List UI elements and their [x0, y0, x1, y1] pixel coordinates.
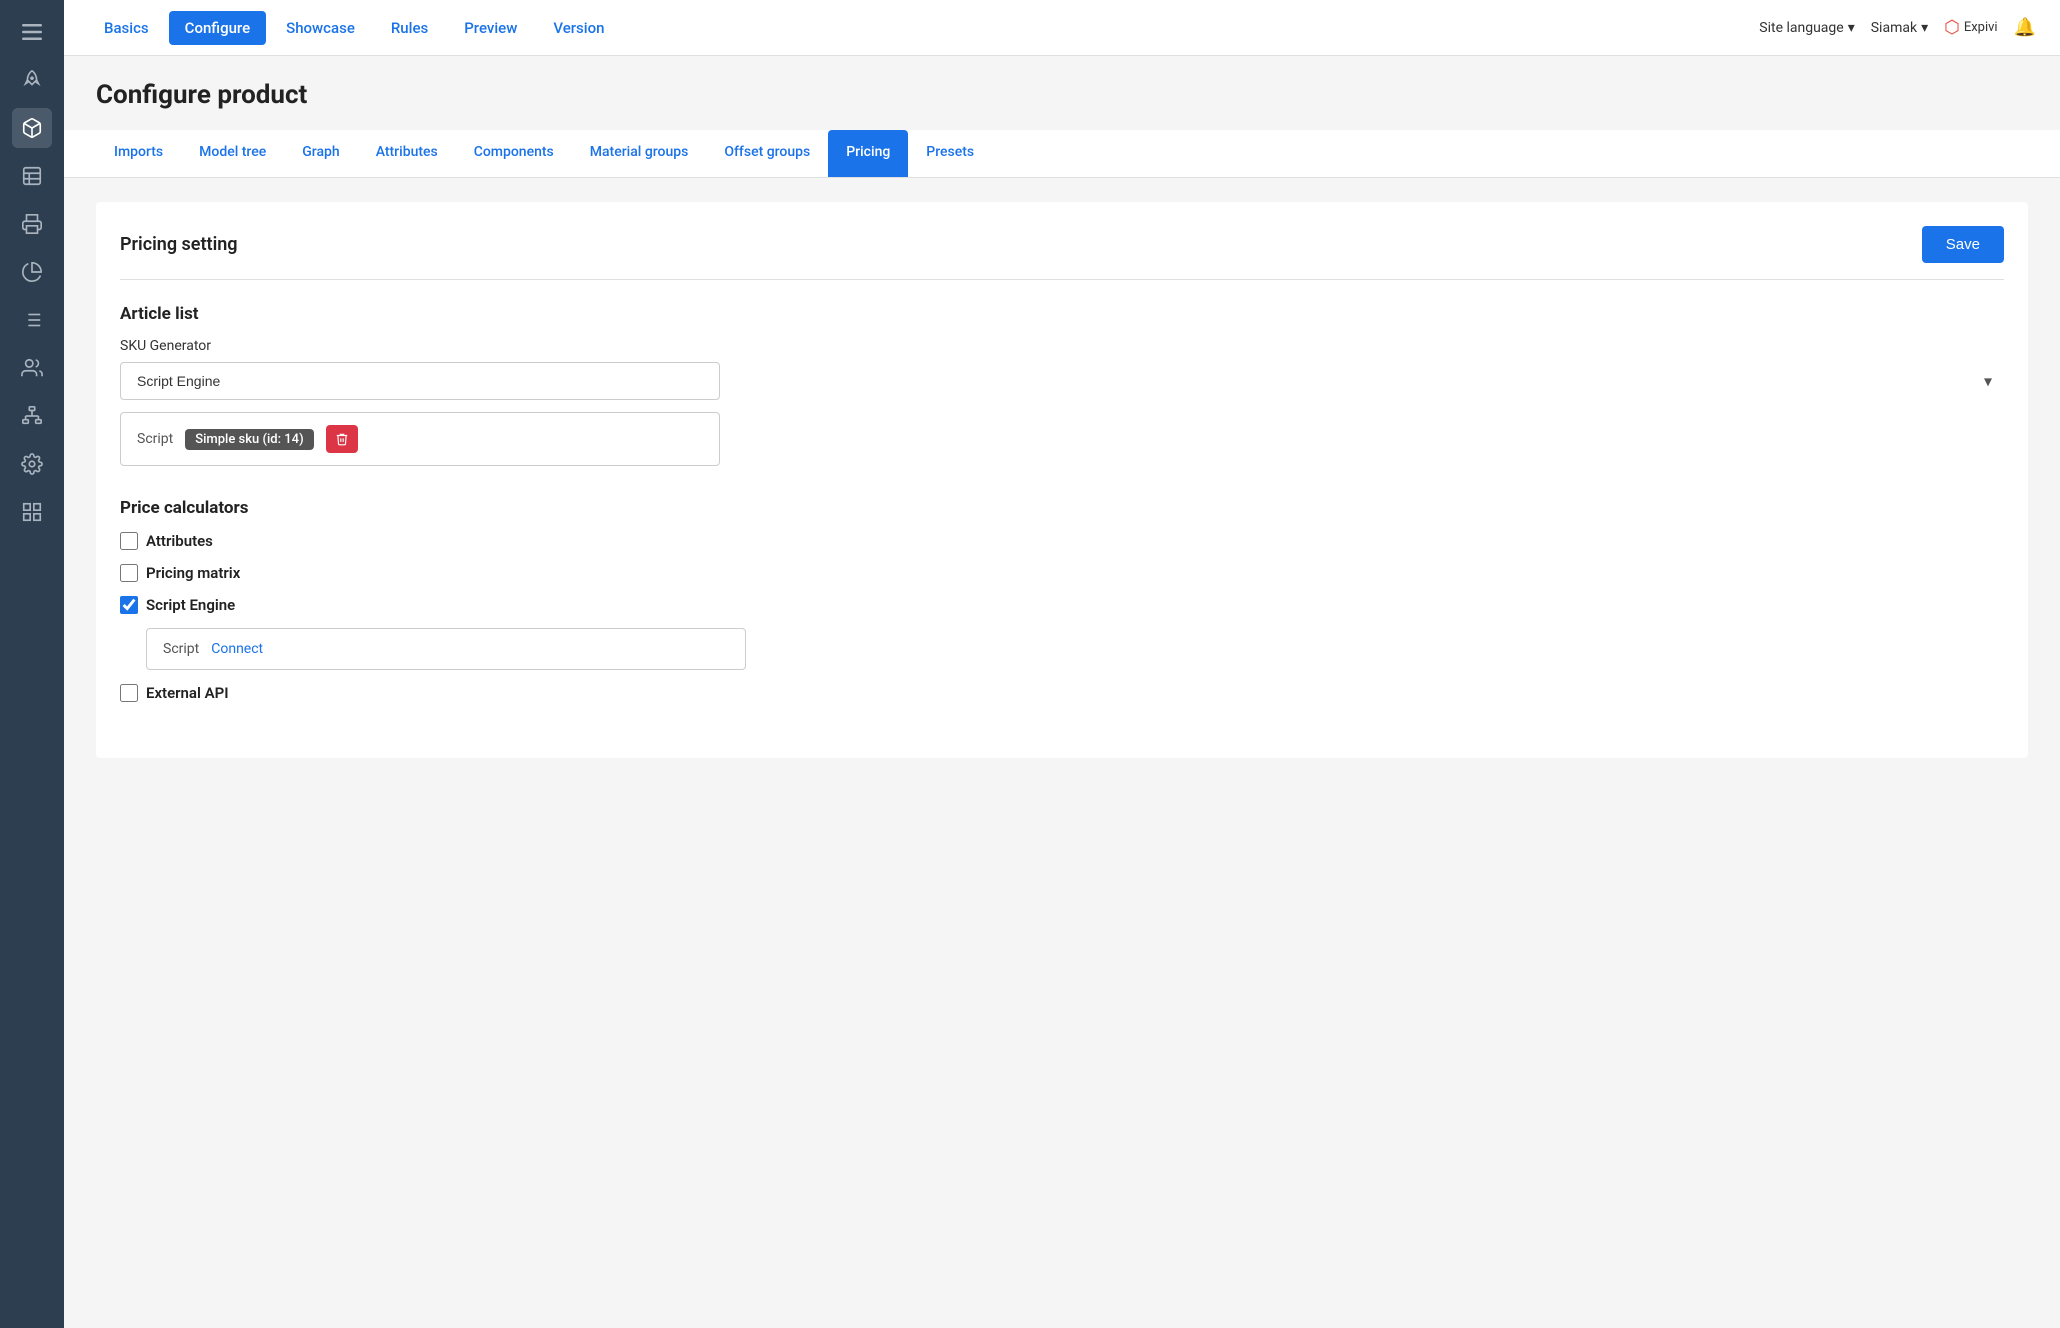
content-header: Pricing setting Save	[120, 226, 2004, 280]
connect-link[interactable]: Connect	[211, 641, 263, 657]
subtab-attributes[interactable]: Attributes	[358, 130, 456, 177]
script-tag: Simple sku (id: 14)	[185, 429, 313, 450]
subtab-model-tree[interactable]: Model tree	[181, 130, 284, 177]
notification-bell[interactable]: 🔔	[2014, 17, 2036, 38]
site-language-label: Site language	[1759, 20, 1843, 36]
topnav: Basics Configure Showcase Rules Preview …	[64, 0, 2060, 56]
tab-rules[interactable]: Rules	[375, 11, 444, 45]
article-list-title: Article list	[120, 304, 2004, 324]
sidebar	[0, 0, 64, 1328]
chart-icon[interactable]	[12, 252, 52, 292]
subtabs: Imports Model tree Graph Attributes Comp…	[64, 130, 2060, 178]
pricing-setting-title: Pricing setting	[120, 234, 238, 255]
tab-preview[interactable]: Preview	[448, 11, 533, 45]
tab-showcase[interactable]: Showcase	[270, 11, 371, 45]
delete-script-button[interactable]	[326, 425, 358, 453]
page-content: Configure product Imports Model tree Gra…	[64, 56, 2060, 1328]
site-language-dropdown[interactable]: Site language ▾	[1759, 20, 1854, 36]
subtab-presets[interactable]: Presets	[908, 130, 992, 177]
main-area: Basics Configure Showcase Rules Preview …	[64, 0, 2060, 1328]
subtab-pricing[interactable]: Pricing	[828, 130, 908, 177]
subtab-components[interactable]: Components	[456, 130, 572, 177]
tab-version[interactable]: Version	[537, 11, 620, 45]
printer-icon[interactable]	[12, 204, 52, 244]
chevron-down-icon-user: ▾	[1921, 20, 1928, 36]
brand-icon: ⬡	[1944, 17, 1960, 38]
users-icon[interactable]	[12, 348, 52, 388]
subtab-graph[interactable]: Graph	[284, 130, 357, 177]
external-api-checkbox[interactable]	[120, 684, 138, 702]
topnav-tabs: Basics Configure Showcase Rules Preview …	[88, 11, 1759, 45]
cube-icon[interactable]	[12, 108, 52, 148]
attributes-checkbox[interactable]	[120, 532, 138, 550]
chevron-down-icon: ▾	[1848, 20, 1855, 36]
script-engine-label: Script Engine	[146, 596, 235, 614]
pricing-setting-panel: Pricing setting Save Article list SKU Ge…	[96, 202, 2028, 758]
settings-icon[interactable]	[12, 444, 52, 484]
hamburger-icon[interactable]	[12, 12, 52, 52]
list-icon[interactable]	[12, 300, 52, 340]
subtab-offset-groups[interactable]: Offset groups	[706, 130, 828, 177]
script-engine-checkbox-row: Script Engine	[120, 596, 2004, 614]
sku-generator-label: SKU Generator	[120, 338, 2004, 354]
user-label: Siamak	[1871, 20, 1917, 36]
sku-generator-select[interactable]: Script Engine	[120, 362, 720, 400]
page-title: Configure product	[96, 80, 2028, 110]
topnav-right: Site language ▾ Siamak ▾ ⬡ Expivi 🔔	[1759, 17, 2036, 38]
org-icon[interactable]	[12, 396, 52, 436]
pricing-matrix-checkbox-row: Pricing matrix	[120, 564, 2004, 582]
price-calculators-title: Price calculators	[120, 498, 2004, 518]
sku-generator-wrapper: Script Engine ▾	[120, 362, 2004, 400]
subtab-imports[interactable]: Imports	[96, 130, 181, 177]
attributes-label: Attributes	[146, 532, 213, 550]
table-icon[interactable]	[12, 156, 52, 196]
connect-row: Script Connect	[146, 628, 746, 670]
article-list-section: Article list SKU Generator Script Engine…	[120, 304, 2004, 466]
pricing-matrix-label: Pricing matrix	[146, 564, 240, 582]
tab-configure[interactable]: Configure	[169, 11, 266, 45]
attributes-checkbox-row: Attributes	[120, 532, 2004, 550]
user-menu[interactable]: Siamak ▾	[1871, 20, 1928, 36]
price-calculators-section: Price calculators Attributes Pricing mat…	[120, 498, 2004, 702]
brand-label: Expivi	[1964, 20, 1998, 35]
brand-logo: ⬡ Expivi	[1944, 17, 1997, 38]
save-button[interactable]: Save	[1922, 226, 2004, 263]
tab-basics[interactable]: Basics	[88, 11, 165, 45]
connect-script-label: Script	[163, 641, 199, 657]
pricing-matrix-checkbox[interactable]	[120, 564, 138, 582]
grid-icon[interactable]	[12, 492, 52, 532]
rocket-icon[interactable]	[12, 60, 52, 100]
select-arrow-icon: ▾	[1984, 372, 1992, 391]
external-api-checkbox-row: External API	[120, 684, 2004, 702]
script-label: Script	[137, 431, 173, 447]
script-engine-checkbox[interactable]	[120, 596, 138, 614]
script-row: Script Simple sku (id: 14)	[120, 412, 720, 466]
subtab-material-groups[interactable]: Material groups	[572, 130, 707, 177]
external-api-label: External API	[146, 684, 229, 702]
